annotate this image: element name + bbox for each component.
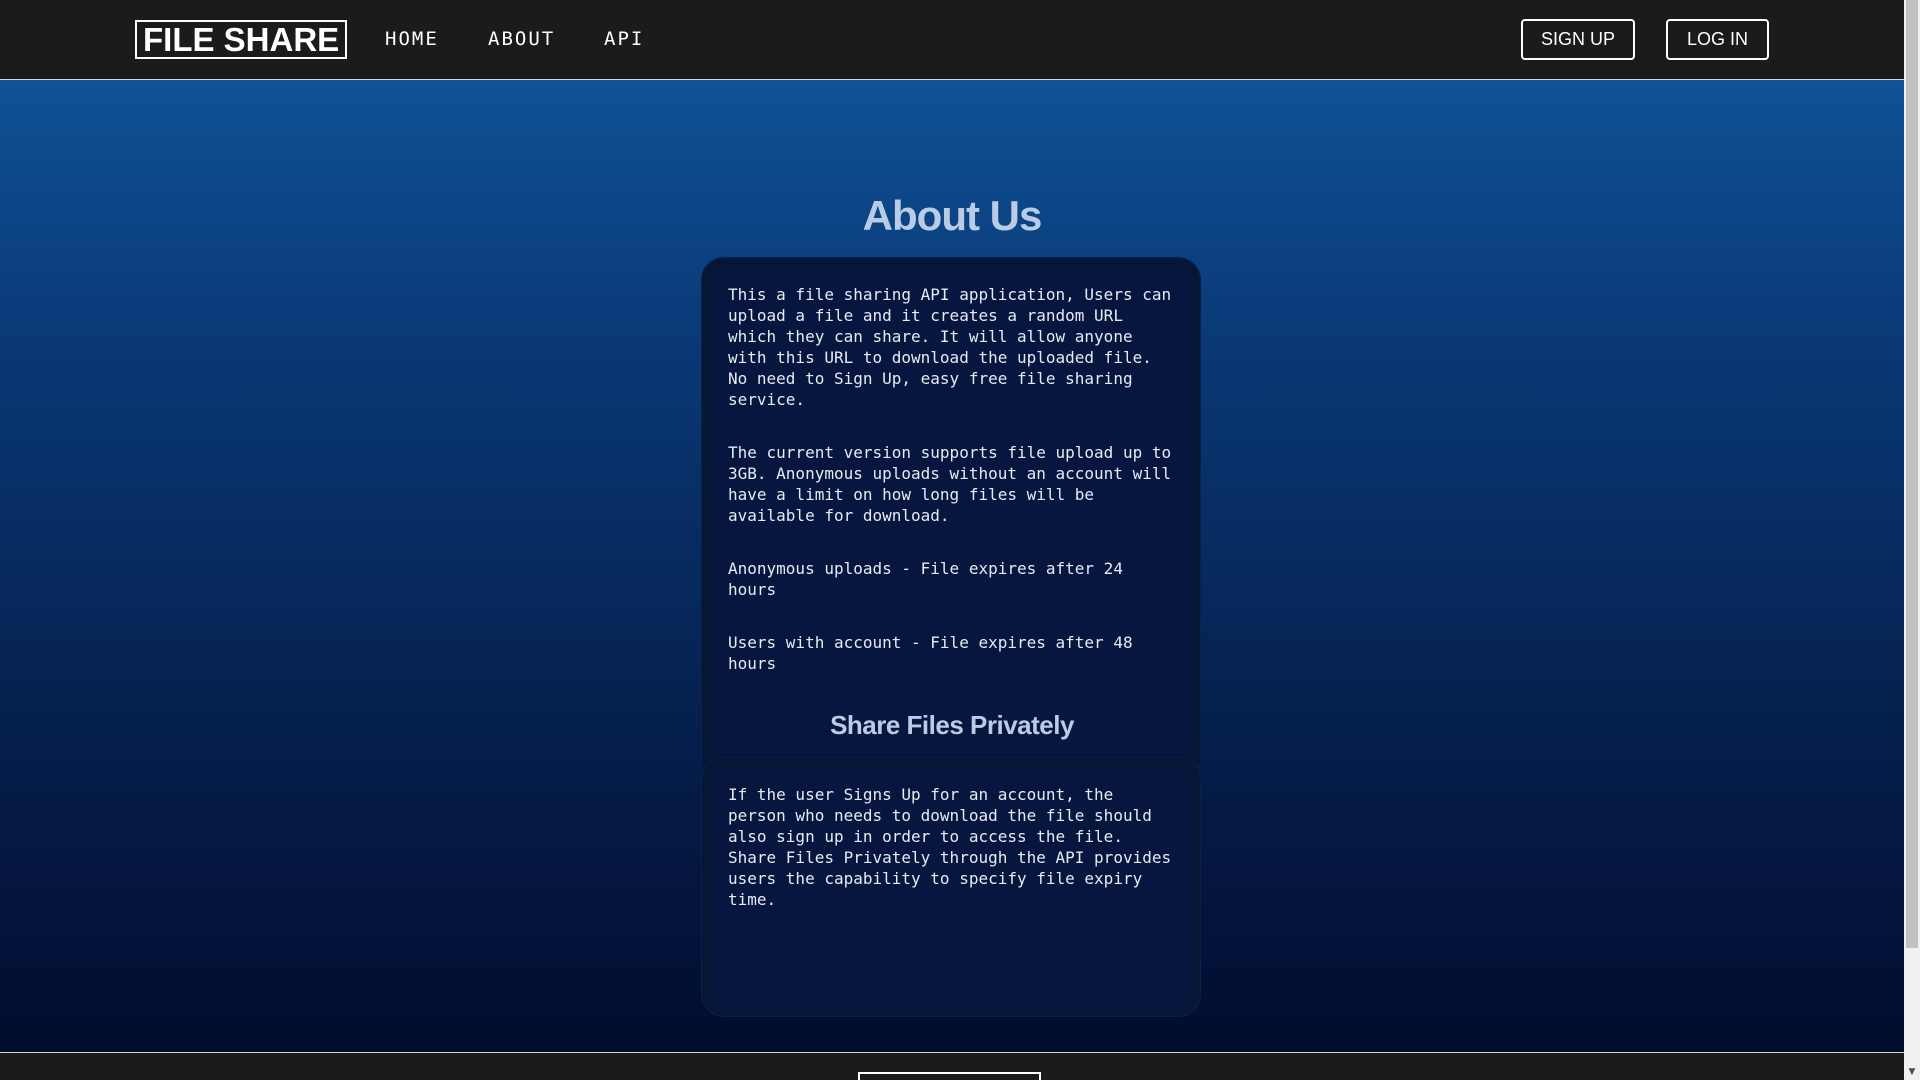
log-in-button[interactable]: LOG IN: [1666, 19, 1769, 60]
footer: [0, 1052, 1904, 1080]
about-paragraph-version: The current version supports file upload…: [728, 443, 1172, 525]
chevron-down-icon[interactable]: ▼: [1904, 1064, 1920, 1080]
about-paragraph-account: Users with account - File expires after …: [728, 633, 1133, 673]
private-paragraph: If the user Signs Up for an account, the…: [728, 785, 1172, 909]
brand-logo[interactable]: FILE SHARE: [135, 20, 348, 59]
vertical-scrollbar[interactable]: ▼: [1904, 0, 1920, 1080]
nav-link-about[interactable]: ABOUT: [488, 28, 555, 50]
private-card: If the user Signs Up for an account, the…: [702, 758, 1200, 1016]
about-paragraph-intro: This a file sharing API application, Use…: [728, 285, 1172, 409]
private-card-body: If the user Signs Up for an account, the…: [712, 768, 1190, 926]
about-card: This a file sharing API application, Use…: [702, 258, 1200, 780]
about-card-body: This a file sharing API application, Use…: [712, 268, 1190, 690]
scrollbar-thumb[interactable]: [1906, 0, 1918, 948]
footer-button[interactable]: [858, 1072, 1041, 1080]
page-title: About Us: [862, 192, 1043, 239]
nav-link-home[interactable]: HOME: [385, 28, 439, 50]
section-subtitle: Share Files Privately: [830, 710, 1074, 740]
about-paragraph-anonymous: Anonymous uploads - File expires after 2…: [728, 559, 1123, 599]
sign-up-button[interactable]: SIGN UP: [1521, 19, 1635, 60]
main-content: About Us This a file sharing API applica…: [0, 80, 1904, 1052]
top-navbar: FILE SHARE HOME ABOUT API SIGN UP LOG IN: [0, 0, 1904, 80]
nav-link-api[interactable]: API: [604, 28, 644, 50]
